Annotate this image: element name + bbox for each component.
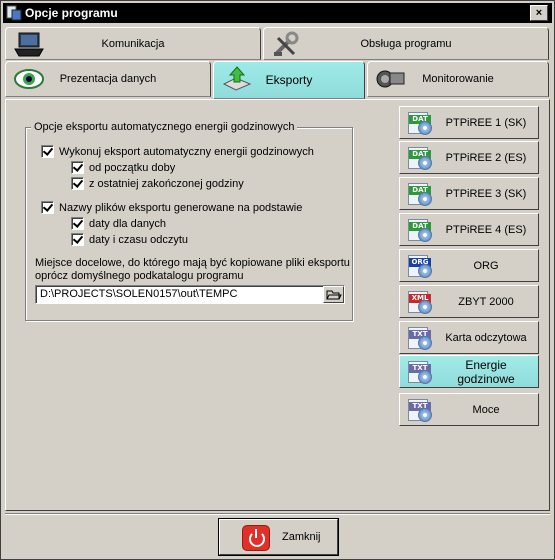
checkbox-checked[interactable] — [41, 201, 54, 214]
file-format-icon: TXT — [404, 358, 434, 386]
disk-icon — [418, 370, 432, 384]
export-format-button[interactable]: DAT PTPiREE 3 (SK) — [399, 177, 539, 210]
tab-eksporty[interactable]: Eksporty — [213, 61, 365, 99]
checkbox-data-date[interactable]: daty dla danych — [71, 217, 166, 230]
disk-icon — [418, 300, 432, 314]
file-format-icon: TXT — [404, 324, 434, 352]
app-icon — [6, 5, 22, 21]
disk-icon — [418, 121, 432, 135]
tab-prezentacja-danych[interactable]: Prezentacja danych — [5, 61, 211, 97]
checkbox-file-names[interactable]: Nazwy plików eksportu generowane na pods… — [41, 201, 302, 214]
export-format-label: Moce — [472, 403, 500, 416]
checkbox-label: od początku doby — [89, 161, 176, 174]
export-format-button[interactable]: DAT PTPiREE 2 (ES) — [399, 141, 539, 174]
checkbox-checked[interactable] — [71, 233, 84, 246]
checkbox-checked[interactable] — [71, 161, 84, 174]
tab-label: Eksporty — [265, 73, 313, 87]
destination-label-1: Miejsce docelowe, do którego mają być ko… — [35, 257, 350, 269]
checkbox-checked[interactable] — [71, 217, 84, 230]
disk-icon — [418, 408, 432, 422]
file-format-icon: DAT — [404, 216, 434, 244]
disk-icon — [418, 156, 432, 170]
disk-icon — [418, 228, 432, 242]
export-format-button[interactable]: ORG ORG — [399, 249, 539, 282]
checkbox-read-date[interactable]: daty i czasu odczytu — [71, 233, 188, 246]
export-format-label: PTPiREE 2 (ES) — [445, 151, 527, 164]
open-folder-icon — [326, 290, 342, 300]
file-format-icon: DAT — [404, 144, 434, 172]
tab-obsluga-programu[interactable]: Obsługa programu — [263, 27, 549, 60]
tab-monitorowanie[interactable]: Monitorowanie — [367, 61, 549, 97]
disk-icon — [418, 336, 432, 350]
export-format-label: ZBYT 2000 — [458, 295, 514, 308]
export-format-button[interactable]: TXT Moce — [399, 393, 539, 426]
file-format-icon: XML — [404, 288, 434, 316]
file-format-icon: ORG — [404, 252, 434, 280]
close-window-button[interactable]: × — [530, 5, 548, 21]
destination-label-2: oprócz domyślnego podkatalogu programu — [35, 270, 244, 282]
checkbox-auto-export[interactable]: Wykonuj eksport automatyczny energii god… — [41, 145, 314, 158]
export-format-button[interactable]: TXT Karta odczytowa — [399, 321, 539, 354]
export-format-button[interactable]: XML ZBYT 2000 — [399, 285, 539, 318]
export-format-button[interactable]: DAT PTPiREE 1 (SK) — [399, 106, 539, 139]
tab-komunikacja[interactable]: Komunikacja — [5, 27, 261, 60]
export-format-label: PTPiREE 1 (SK) — [445, 116, 527, 129]
browse-folder-button[interactable] — [323, 286, 344, 303]
group-title: Opcje eksportu automatycznego energii go… — [31, 121, 298, 133]
checkbox-label: daty i czasu odczytu — [89, 233, 189, 246]
bottom-separator — [5, 513, 550, 515]
export-format-button[interactable]: DAT PTPiREE 4 (ES) — [399, 213, 539, 246]
export-format-label: ORG — [473, 259, 499, 272]
checkbox-label: z ostatniej zakończonej godziny — [89, 177, 244, 190]
window-title: Opcje programu — [25, 6, 118, 20]
tab-label: Obsługa programu — [360, 37, 452, 50]
close-button[interactable]: Zamknij — [218, 518, 339, 556]
export-format-label: Energie godzinowe — [457, 357, 515, 386]
power-icon — [242, 525, 270, 551]
file-format-icon: DAT — [404, 180, 434, 208]
checkbox-checked[interactable] — [71, 177, 84, 190]
close-button-label: Zamknij — [282, 531, 321, 543]
tab-label: Komunikacja — [101, 37, 165, 50]
disk-icon — [418, 192, 432, 206]
export-format-label: PTPiREE 4 (ES) — [445, 223, 527, 236]
export-format-button[interactable]: TXT Energie godzinowe — [399, 355, 539, 388]
checkbox-label: daty dla danych — [89, 217, 167, 230]
checkbox-last-hour[interactable]: z ostatniej zakończonej godziny — [71, 177, 244, 190]
tab-label: Prezentacja danych — [59, 73, 157, 85]
checkbox-label: Wykonuj eksport automatyczny energii god… — [59, 145, 314, 158]
file-format-icon: DAT — [404, 109, 434, 137]
destination-path-input[interactable]: D:\PROJECTS\SOLEN0157\out\TEMPC — [35, 285, 345, 304]
export-format-label: Karta odczytowa — [445, 331, 527, 344]
checkbox-label: Nazwy plików eksportu generowane na pods… — [59, 201, 303, 214]
export-format-label: PTPiREE 3 (SK) — [445, 187, 527, 200]
file-format-icon: TXT — [404, 396, 434, 424]
tab-label: Monitorowanie — [422, 73, 494, 85]
checkbox-from-day-start[interactable]: od początku doby — [71, 161, 175, 174]
title-bar: Opcje programu × — [3, 3, 552, 23]
options-window: Opcje programu × Komunikacja Obsługa pro… — [0, 0, 555, 560]
disk-icon — [418, 264, 432, 278]
checkbox-checked[interactable] — [41, 145, 54, 158]
